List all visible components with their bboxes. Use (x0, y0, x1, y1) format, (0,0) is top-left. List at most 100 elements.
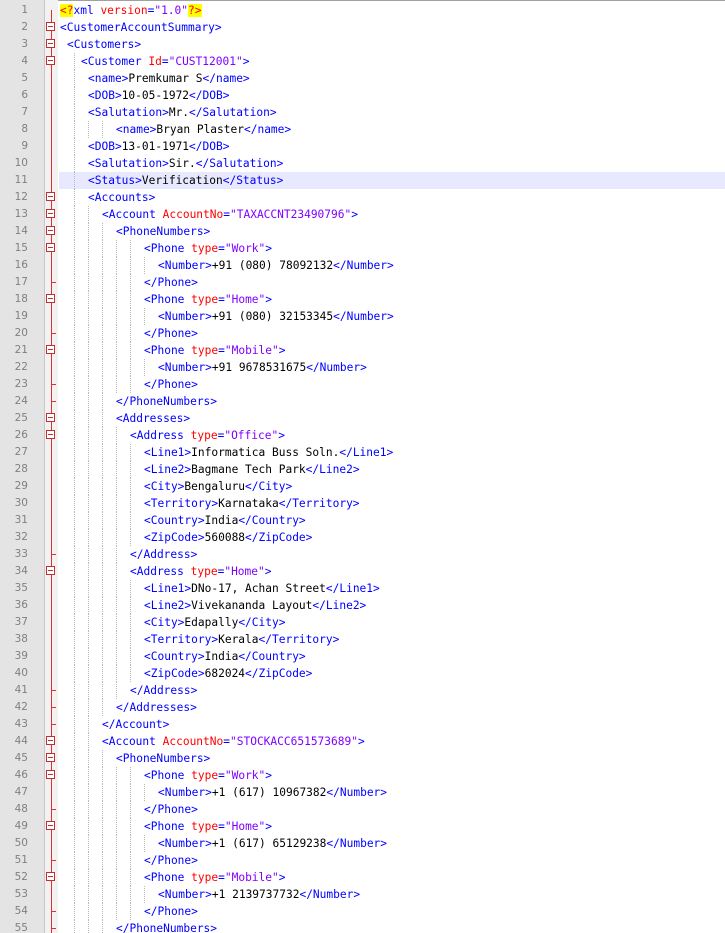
code-line[interactable]: 5 <name>Premkumar S</name> (0, 70, 725, 87)
code-line[interactable]: 19 <Number>+91 (080) 32153345</Number> (0, 308, 725, 325)
code-line[interactable]: 14 <PhoneNumbers> (0, 223, 725, 240)
fold-collapse-icon[interactable] (46, 430, 55, 439)
code-line[interactable]: 3 <Customers> (0, 36, 725, 53)
fold-collapse-icon[interactable] (46, 413, 55, 422)
code-line[interactable]: 37 <City>Edapally</City> (0, 614, 725, 631)
code-line[interactable]: 54 </Phone> (0, 903, 725, 920)
indent-guide (116, 784, 117, 801)
code-line[interactable]: 16 <Number>+91 (080) 78092132</Number> (0, 257, 725, 274)
fold-collapse-icon[interactable] (46, 770, 55, 779)
code-line[interactable]: 33 </Address> (0, 546, 725, 563)
code-line[interactable]: 27 <Line1>Informatica Buss Soln.</Line1> (0, 444, 725, 461)
fold-collapse-icon[interactable] (46, 736, 55, 745)
indent-guide (88, 852, 89, 869)
indent-guide (88, 563, 89, 580)
code-line[interactable]: 38 <Territory>Kerala</Territory> (0, 631, 725, 648)
code-line[interactable]: 23 </Phone> (0, 376, 725, 393)
code-line[interactable]: 29 <City>Bengaluru</City> (0, 478, 725, 495)
line-number: 43 (14, 718, 28, 730)
code-line[interactable]: 21 <Phone type="Mobile"> (0, 342, 725, 359)
code-line[interactable]: 17 </Phone> (0, 274, 725, 291)
code-line[interactable]: 48 </Phone> (0, 801, 725, 818)
code-line[interactable]: 35 <Line1>DNo-17, Achan Street</Line1> (0, 580, 725, 597)
code-line[interactable]: 20 </Phone> (0, 325, 725, 342)
code-line[interactable]: 47 <Number>+1 (617) 10967382</Number> (0, 784, 725, 801)
code-line[interactable]: 42 </Addresses> (0, 699, 725, 716)
fold-collapse-icon[interactable] (46, 872, 55, 881)
code-line[interactable]: 1 <?xml version="1.0"?> (0, 2, 725, 19)
code-line[interactable]: 53 <Number>+1 2139737732</Number> (0, 886, 725, 903)
indent-guide (74, 478, 75, 495)
fold-collapse-icon[interactable] (46, 22, 55, 31)
code-line[interactable]: 32 <ZipCode>560088</ZipCode> (0, 529, 725, 546)
code-line[interactable]: 45 <PhoneNumbers> (0, 750, 725, 767)
code-line[interactable]: 52 <Phone type="Mobile"> (0, 869, 725, 886)
code-line[interactable]: 11 <Status>Verification</Status> (0, 172, 725, 189)
code-line[interactable]: 2 <CustomerAccountSummary> (0, 19, 725, 36)
indent-guide (88, 257, 89, 274)
code-line[interactable]: 10 <Salutation>Sir.</Salutation> (0, 155, 725, 172)
code-line[interactable]: 8 <name>Bryan Plaster</name> (0, 121, 725, 138)
indent-guide (102, 784, 103, 801)
code-line[interactable]: 28 <Line2>Bagmane Tech Park</Line2> (0, 461, 725, 478)
code-line[interactable]: 39 <Country>India</Country> (0, 648, 725, 665)
code-line[interactable]: 7 <Salutation>Mr.</Salutation> (0, 104, 725, 121)
code-line[interactable]: 9 <DOB>13-01-1971</DOB> (0, 138, 725, 155)
fold-collapse-icon[interactable] (46, 345, 55, 354)
fold-collapse-icon[interactable] (46, 209, 55, 218)
syntax-token-tag: <Number> (158, 888, 212, 901)
syntax-token-text: 682024 (204, 667, 246, 680)
indent-guide (116, 818, 117, 835)
fold-collapse-icon[interactable] (46, 294, 55, 303)
code-line[interactable]: 26 <Address type="Office"> (0, 427, 725, 444)
fold-collapse-icon[interactable] (46, 39, 55, 48)
code-text: </Addresses> (116, 700, 197, 715)
line-number: 14 (14, 225, 28, 237)
code-line[interactable]: 41 </Address> (0, 682, 725, 699)
editor-top-border (0, 0, 725, 1)
syntax-token-tag: = (218, 293, 225, 306)
code-line[interactable]: 18 <Phone type="Home"> (0, 291, 725, 308)
xml-editor[interactable]: 1 <?xml version="1.0"?> 2 <CustomerAccountS… (0, 0, 725, 933)
line-number: 50 (14, 837, 28, 849)
fold-collapse-icon[interactable] (46, 56, 55, 65)
syntax-token-tag: <ZipCode> (144, 531, 205, 544)
code-line[interactable]: 36 <Line2>Vivekananda Layout</Line2> (0, 597, 725, 614)
fold-collapse-icon[interactable] (46, 243, 55, 252)
fold-collapse-icon[interactable] (46, 566, 55, 575)
code-line[interactable]: 31 <Country>India</Country> (0, 512, 725, 529)
code-line[interactable]: 24 </PhoneNumbers> (0, 393, 725, 410)
fold-collapse-icon[interactable] (46, 753, 55, 762)
syntax-token-text: +91 (080) 32153345 (211, 310, 334, 323)
code-line[interactable]: 44 <Account AccountNo="STOCKACC651573689"… (0, 733, 725, 750)
fold-end-marker (51, 333, 56, 334)
syntax-token-tag: <Line2> (144, 463, 192, 476)
indent-guide (102, 886, 103, 903)
code-line[interactable]: 51 </Phone> (0, 852, 725, 869)
syntax-token-tag: <Accounts> (88, 191, 156, 204)
code-line[interactable]: 4 <Customer Id="CUST12001"> (0, 53, 725, 70)
code-line[interactable]: 25 <Addresses> (0, 410, 725, 427)
code-line[interactable]: 40 <ZipCode>682024</ZipCode> (0, 665, 725, 682)
code-line[interactable]: 15 <Phone type="Work"> (0, 240, 725, 257)
fold-collapse-icon[interactable] (46, 226, 55, 235)
code-line[interactable]: 6 <DOB>10-05-1972</DOB> (0, 87, 725, 104)
code-line[interactable]: 55 </PhoneNumbers> (0, 920, 725, 933)
code-line[interactable]: 34 <Address type="Home"> (0, 563, 725, 580)
syntax-token-attr: AccountNo (162, 208, 224, 221)
code-line[interactable]: 46 <Phone type="Work"> (0, 767, 725, 784)
code-line[interactable]: 30 <Territory>Karnataka</Territory> (0, 495, 725, 512)
fold-collapse-icon[interactable] (46, 821, 55, 830)
code-line[interactable]: 49 <Phone type="Home"> (0, 818, 725, 835)
code-line[interactable]: 13 <Account AccountNo="TAXACCNT23490796"> (0, 206, 725, 223)
code-line[interactable]: 50 <Number>+1 (617) 65129238</Number> (0, 835, 725, 852)
code-line[interactable]: 43 </Account> (0, 716, 725, 733)
indent-guide (102, 308, 103, 325)
code-line[interactable]: 22 <Number>+91 9678531675</Number> (0, 359, 725, 376)
syntax-token-tag: </City> (245, 480, 293, 493)
fold-collapse-icon[interactable] (46, 192, 55, 201)
line-number: 10 (14, 157, 28, 169)
syntax-token-tag: </Address> (130, 548, 198, 561)
code-line[interactable]: 12 <Accounts> (0, 189, 725, 206)
syntax-token-attr: type (191, 769, 219, 782)
